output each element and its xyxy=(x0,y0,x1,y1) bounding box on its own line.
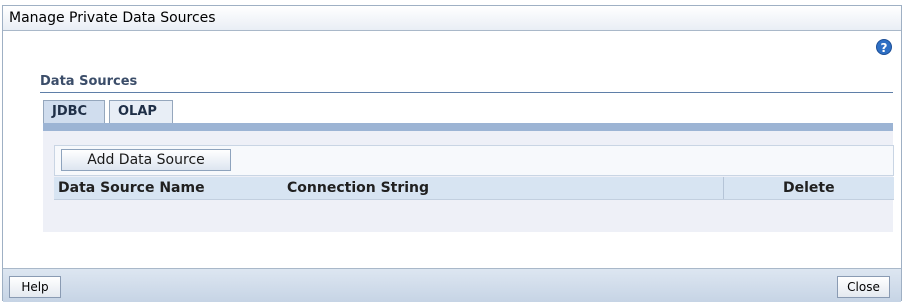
column-divider xyxy=(723,177,724,199)
dialog-title: Manage Private Data Sources xyxy=(9,10,216,26)
table-header-row: Data Source Name Connection String Delet… xyxy=(54,177,894,200)
add-data-source-button[interactable]: Add Data Source xyxy=(61,149,231,171)
tab-strip xyxy=(43,123,893,131)
column-header-delete[interactable]: Delete xyxy=(783,177,835,199)
close-button[interactable]: Close xyxy=(837,276,890,298)
tab-jdbc[interactable]: JDBC xyxy=(43,100,105,123)
section-divider xyxy=(40,92,893,93)
tab-olap[interactable]: OLAP xyxy=(109,100,173,123)
dialog-footer: Help Close xyxy=(3,268,901,302)
help-button[interactable]: Help xyxy=(9,276,61,298)
column-header-connection-string[interactable]: Connection String xyxy=(287,177,429,199)
help-icon[interactable]: ? xyxy=(876,39,892,55)
column-header-data-source-name[interactable]: Data Source Name xyxy=(58,177,205,199)
dialog-titlebar: Manage Private Data Sources xyxy=(3,6,901,31)
section-title: Data Sources xyxy=(40,74,138,89)
